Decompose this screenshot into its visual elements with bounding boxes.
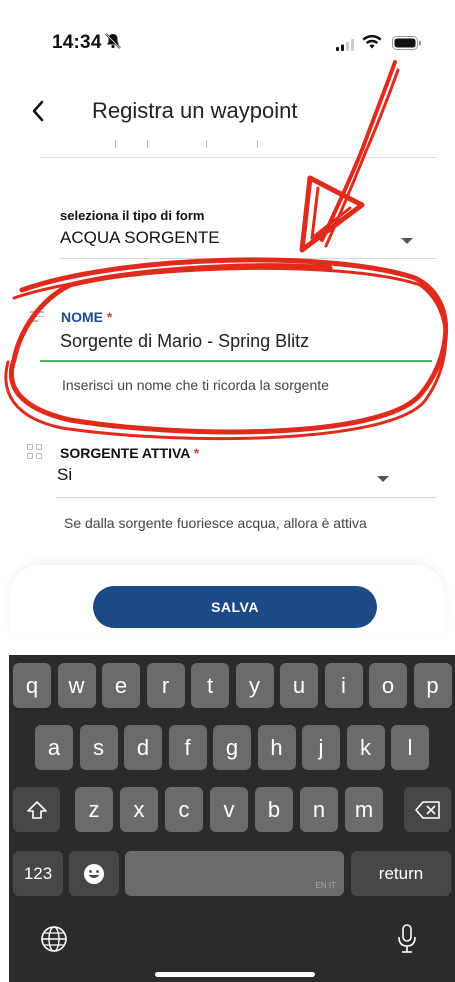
key-s[interactable]: s xyxy=(79,725,118,770)
save-button[interactable]: SALVA xyxy=(93,586,377,628)
key-z[interactable]: z xyxy=(75,787,113,832)
grid-icon xyxy=(27,444,43,460)
key-u[interactable]: u xyxy=(280,663,318,708)
space-key[interactable]: EN IT xyxy=(125,851,344,896)
microphone-icon[interactable] xyxy=(396,923,418,960)
home-indicator xyxy=(155,972,315,977)
dropdown-arrow-icon[interactable] xyxy=(401,238,413,244)
key-o[interactable]: o xyxy=(369,663,407,708)
key-m[interactable]: m xyxy=(345,787,383,832)
key-w[interactable]: w xyxy=(57,663,96,708)
page-title: Registra un waypoint xyxy=(92,98,298,123)
nome-label: NOME * xyxy=(61,309,113,325)
battery-icon xyxy=(392,36,422,55)
annotation-arrow-head xyxy=(310,186,352,240)
numbers-key[interactable]: 123 xyxy=(13,851,63,896)
cellular-signal-icon xyxy=(336,38,356,56)
nome-hint: Inserisci un nome che ti ricorda la sorg… xyxy=(62,377,329,393)
key-b[interactable]: b xyxy=(255,787,293,832)
nome-input[interactable]: Sorgente di Mario - Spring Blitz xyxy=(60,331,309,352)
language-indicator: EN IT xyxy=(315,881,336,890)
shift-icon xyxy=(26,800,47,819)
emoji-icon xyxy=(84,863,104,884)
delete-key[interactable] xyxy=(404,787,451,832)
key-x[interactable]: x xyxy=(120,787,158,832)
form-type-label: seleziona il tipo di form xyxy=(60,208,205,223)
key-f[interactable]: f xyxy=(168,725,207,770)
scrolled-field-remnant xyxy=(40,140,300,150)
return-key[interactable]: return xyxy=(351,851,451,896)
dropdown-arrow-icon[interactable] xyxy=(377,476,389,482)
key-c[interactable]: c xyxy=(165,787,203,832)
key-r[interactable]: r xyxy=(146,663,185,708)
key-g[interactable]: g xyxy=(213,725,251,770)
sorgente-attiva-label: SORGENTE ATTIVA * xyxy=(60,445,200,461)
back-button[interactable] xyxy=(30,98,46,129)
key-k[interactable]: k xyxy=(346,725,385,770)
nav-header: Registra un waypoint xyxy=(0,86,455,146)
globe-icon[interactable] xyxy=(40,925,68,958)
keyboard: qwertyuiop asdfghjkl zxcvbnm 123 EN IT r… xyxy=(9,655,455,982)
wifi-icon xyxy=(362,34,382,55)
divider xyxy=(40,157,437,158)
backspace-icon xyxy=(414,800,440,819)
status-bar: 14:34 xyxy=(0,0,455,90)
sorgente-underline xyxy=(56,497,436,498)
key-a[interactable]: a xyxy=(35,725,73,770)
nome-input-underline xyxy=(40,360,432,362)
sorgente-hint: Se dalla sorgente fuoriesce acqua, allor… xyxy=(64,515,367,531)
key-v[interactable]: v xyxy=(210,787,248,832)
key-e[interactable]: e xyxy=(102,663,140,708)
key-h[interactable]: h xyxy=(257,725,296,770)
key-y[interactable]: y xyxy=(235,663,274,708)
key-l[interactable]: l xyxy=(391,725,429,770)
key-t[interactable]: t xyxy=(191,663,229,708)
bell-muted-icon xyxy=(104,32,122,55)
key-p[interactable]: p xyxy=(413,663,452,708)
key-j[interactable]: j xyxy=(302,725,340,770)
shift-key[interactable] xyxy=(13,787,60,832)
key-q[interactable]: q xyxy=(13,663,51,708)
form-type-underline xyxy=(60,258,437,259)
key-d[interactable]: d xyxy=(124,725,162,770)
form-type-select[interactable]: ACQUA SORGENTE xyxy=(60,228,220,248)
annotation-ellipse xyxy=(4,266,448,441)
status-time: 14:34 xyxy=(52,32,102,53)
sorgente-attiva-select[interactable]: Si xyxy=(57,465,72,485)
text-field-icon xyxy=(30,311,44,323)
key-i[interactable]: i xyxy=(324,663,363,708)
chevron-left-icon xyxy=(32,100,44,122)
annotation-arrow-head xyxy=(299,175,365,253)
key-n[interactable]: n xyxy=(300,787,338,832)
emoji-key[interactable] xyxy=(69,851,119,896)
